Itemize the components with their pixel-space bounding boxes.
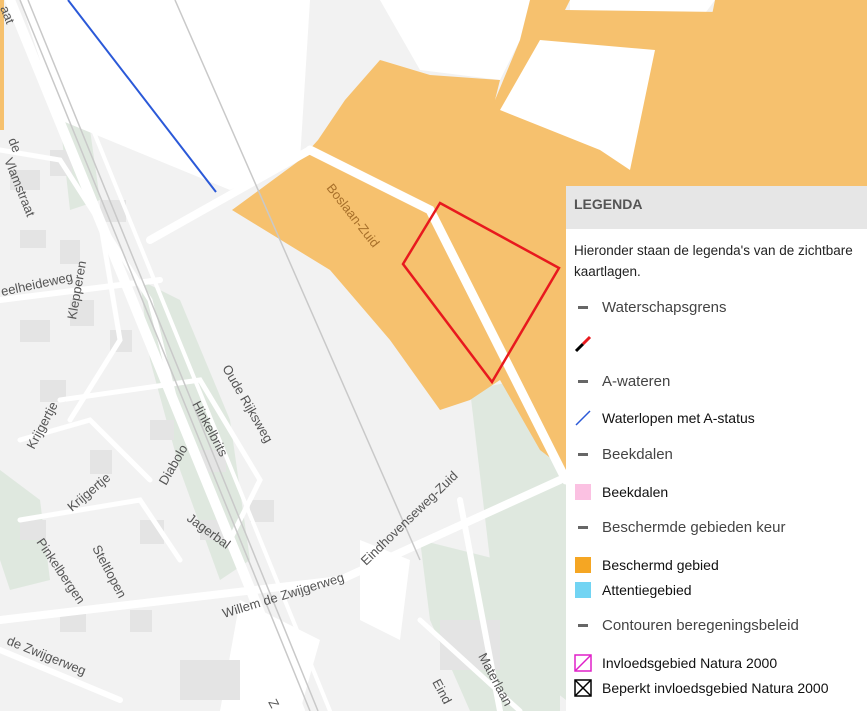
legend-row-label: Invloedsgebied Natura 2000 xyxy=(602,655,778,671)
legend-group-contouren-beregeningsbeleid[interactable]: Contouren beregeningsbeleid xyxy=(574,614,799,636)
legend-group-a-wateren[interactable]: A-wateren xyxy=(574,370,670,392)
red-black-line-icon xyxy=(574,335,592,353)
legend-group-waterschapsgrens[interactable]: Waterschapsgrens xyxy=(574,296,727,318)
legend-item-waterlopen-a-status: Waterlopen met A-status xyxy=(574,407,755,429)
cyan-fill-icon xyxy=(574,581,592,599)
legend-row-label: Beschermde gebieden keur xyxy=(602,518,786,536)
magenta-hatch-icon xyxy=(574,654,592,672)
legend-row-label: Beperkt invloedsgebied Natura 2000 xyxy=(602,680,829,696)
dash-icon xyxy=(574,445,592,463)
legend-item-invloedsgebied-natura-2000: Invloedsgebied Natura 2000 xyxy=(574,652,777,674)
legend-intro: Hieronder staan de legenda's van de zich… xyxy=(574,243,853,279)
legend-row-label: Waterlopen met A-status xyxy=(602,410,755,426)
legend-title: LEGENDA xyxy=(566,186,867,229)
legend-row-label: Beschermd gebied xyxy=(602,557,719,573)
legend-row-label: A-wateren xyxy=(602,372,671,390)
pink-fill-icon xyxy=(574,483,592,501)
legend-item-beschermd-gebied: Beschermd gebied xyxy=(574,554,719,576)
orange-fill-icon xyxy=(574,556,592,574)
legend-row-label: Beekdalen xyxy=(602,484,669,500)
legend-item-waterschapsgrens-line xyxy=(574,333,602,355)
dash-icon xyxy=(574,372,592,390)
legend-item-beekdalen: Beekdalen xyxy=(574,481,668,503)
black-cross-box-icon xyxy=(574,679,592,697)
legend-row-label: Beekdalen xyxy=(602,445,673,463)
dash-icon xyxy=(574,616,592,634)
legend-group-beschermde-gebieden-keur[interactable]: Beschermde gebieden keur xyxy=(574,516,785,538)
dash-icon xyxy=(574,518,592,536)
blue-line-icon xyxy=(574,409,592,427)
legend-item-beperkt-invloedsgebied-natura-2000: Beperkt invloedsgebied Natura 2000 xyxy=(574,677,829,699)
legend-row-label: Waterschapsgrens xyxy=(602,298,727,316)
dash-icon xyxy=(574,298,592,316)
legend-row-label: Attentiegebied xyxy=(602,582,692,598)
legend-row-label: Contouren beregeningsbeleid xyxy=(602,616,799,634)
legend-panel: LEGENDA Hieronder staan de legenda's van… xyxy=(566,186,867,711)
legend-item-attentiegebied: Attentiegebied xyxy=(574,579,692,601)
legend-group-beekdalen[interactable]: Beekdalen xyxy=(574,443,673,465)
